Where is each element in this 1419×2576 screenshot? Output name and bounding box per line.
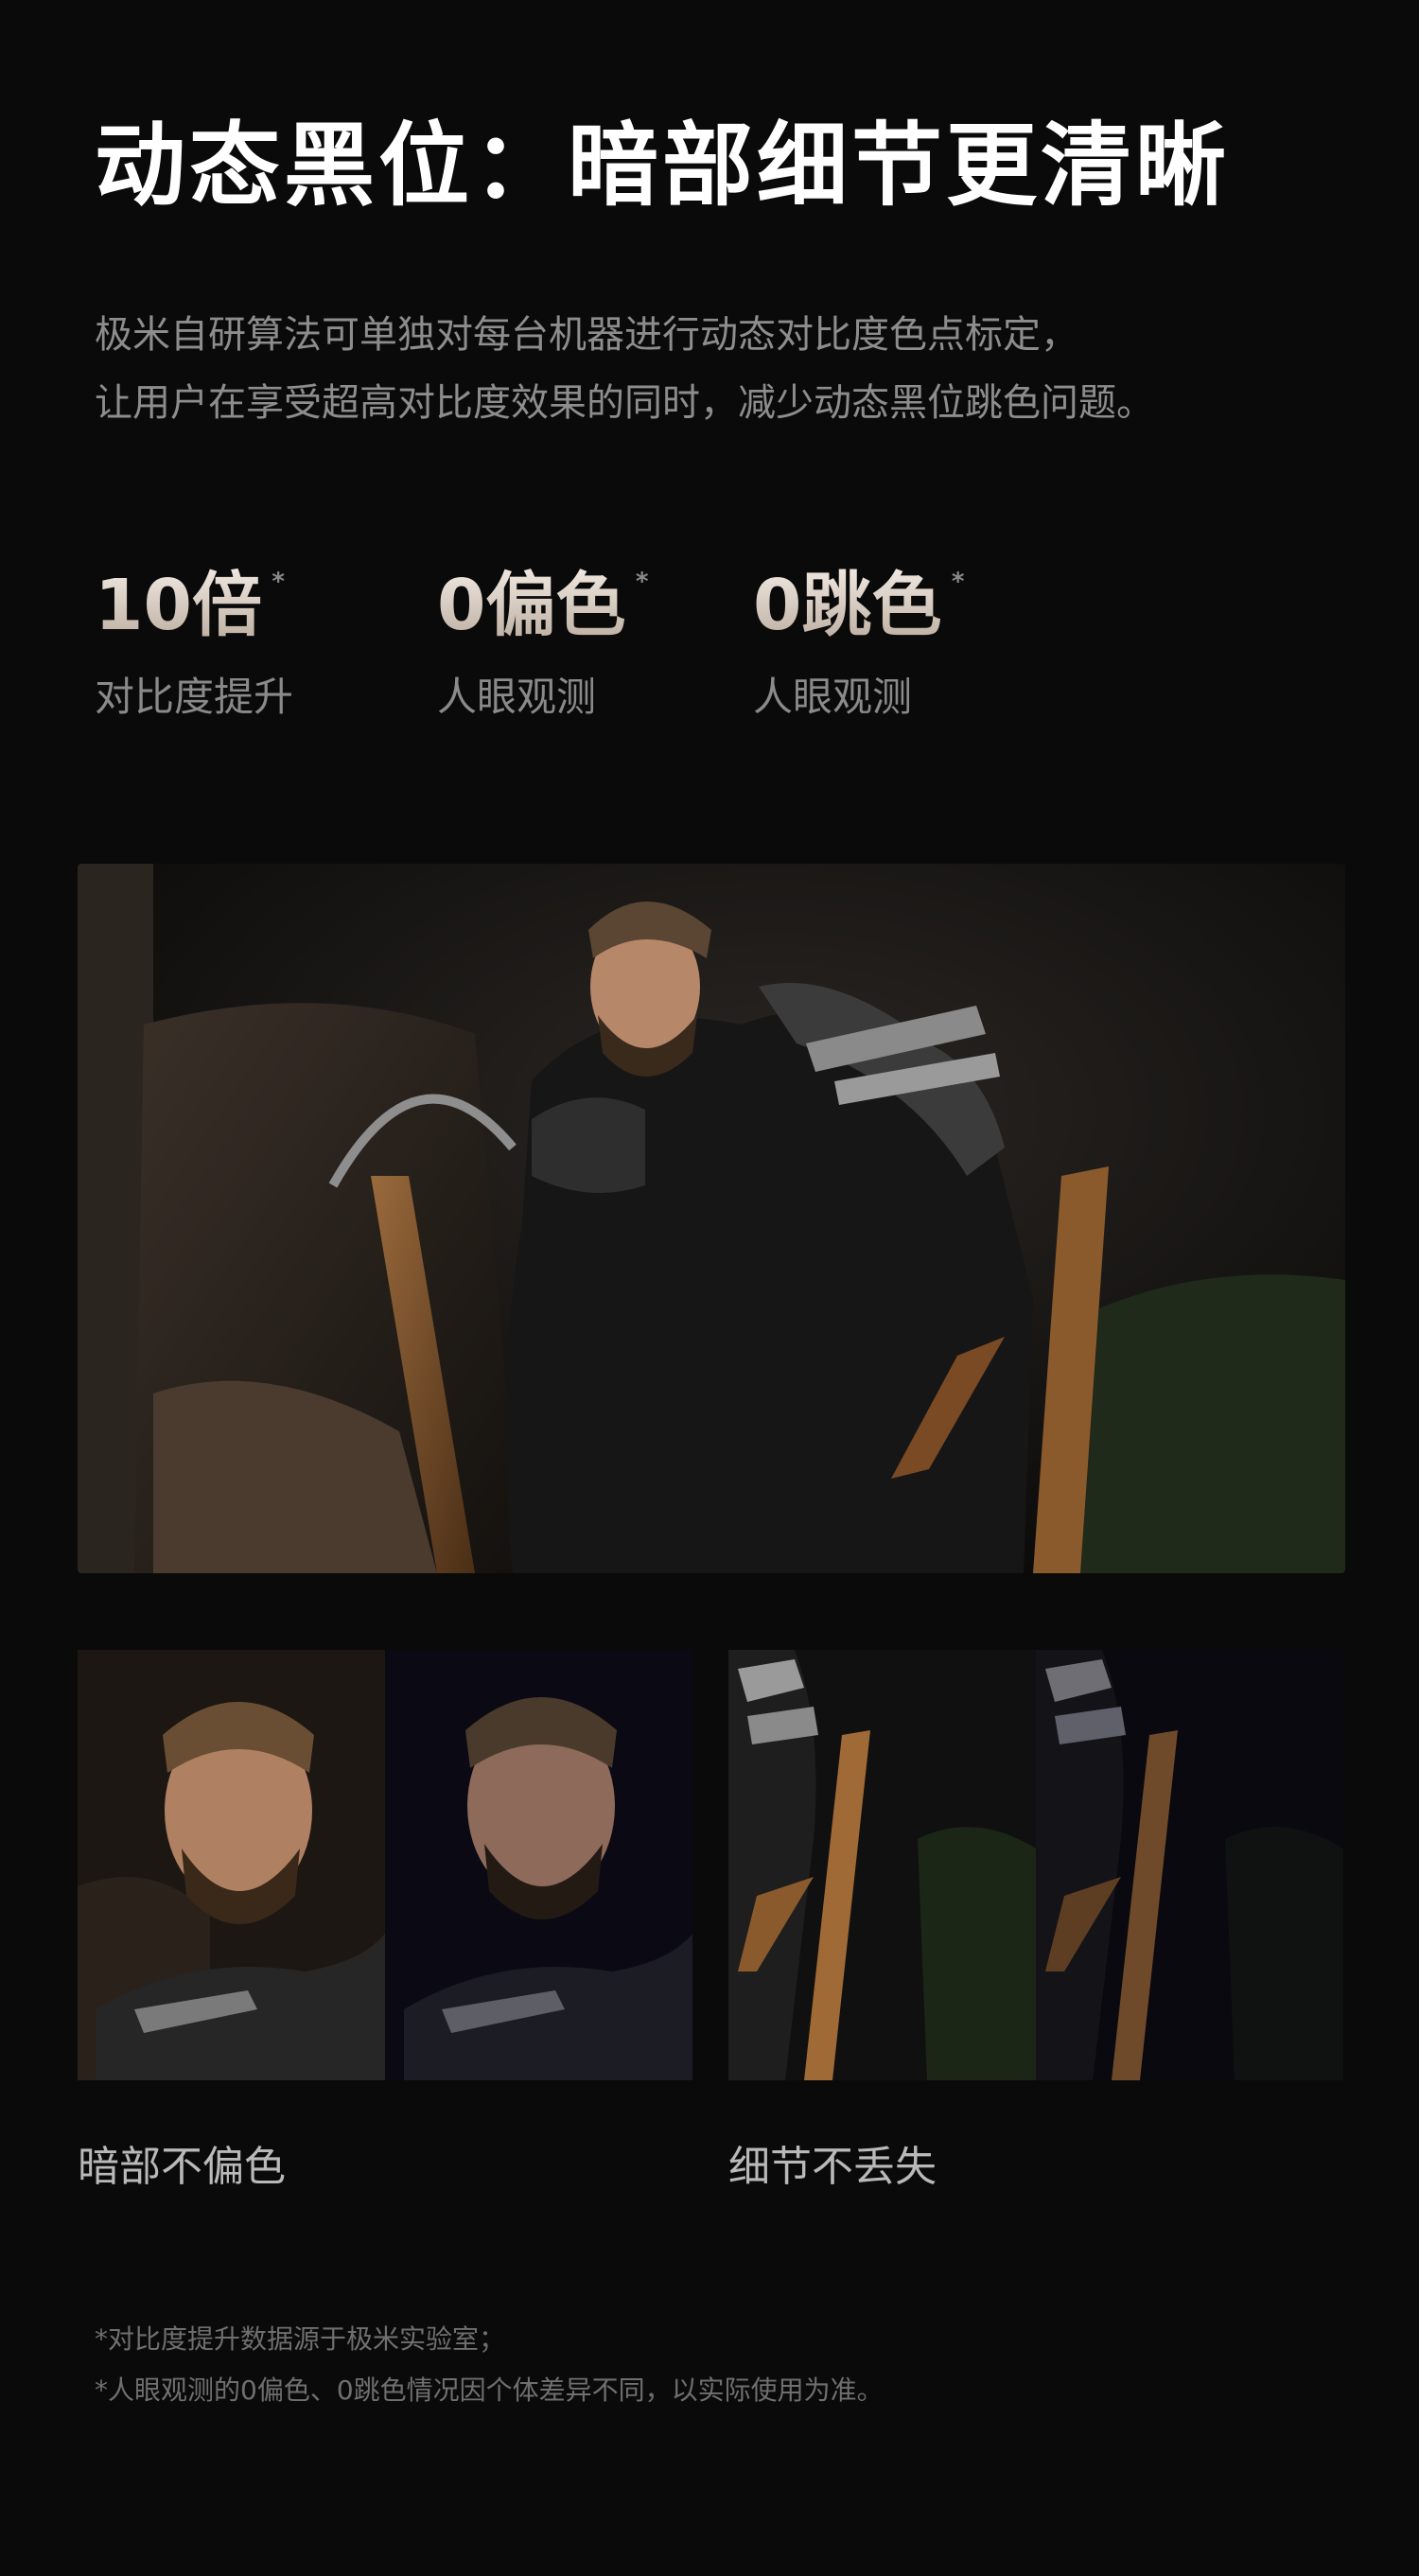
description-line: 极米自研算法可单独对每台机器进行动态对比度色点标定，: [95, 313, 1078, 357]
description-line: 让用户在享受超高对比度效果的同时，减少动态黑位跳色问题。: [95, 381, 1154, 425]
footnotes: *对比度提升数据源于极米实验室； *人眼观测的0偏色、0跳色情况因个体差异不同，…: [95, 2314, 884, 2416]
caption-right: 细节不丢失: [728, 2143, 937, 2191]
stat-value: 0偏色 *: [437, 565, 649, 646]
hero-image: [78, 864, 1345, 1573]
footnote-mark: *: [951, 568, 965, 596]
stat-label: 人眼观测: [753, 673, 913, 720]
stat-value: 0跳色 *: [753, 565, 965, 646]
stat-value: 10倍 *: [95, 565, 285, 646]
stat-contrast: 10倍 * 对比度提升: [95, 564, 293, 723]
comparison-before: [728, 1650, 1036, 2080]
comparison-after: [385, 1650, 692, 2080]
comparison-after: [1036, 1650, 1343, 2080]
caption-left: 暗部不偏色: [78, 2143, 286, 2191]
comparison-before: [78, 1650, 385, 2080]
footnote: *人眼观测的0偏色、0跳色情况因个体差异不同，以实际使用为准。: [95, 2374, 884, 2406]
stat-label: 对比度提升: [95, 673, 294, 720]
stat-label: 人眼观测: [437, 673, 597, 720]
footnote-mark: *: [272, 568, 285, 596]
footnote: *对比度提升数据源于极米实验室；: [95, 2323, 506, 2355]
stat-no-color-jump: 0跳色 * 人眼观测: [753, 564, 965, 723]
description: 极米自研算法可单独对每台机器进行动态对比度色点标定， 让用户在享受超高对比度效果…: [95, 301, 1381, 437]
page-title: 动态黑位：暗部细节更清晰: [95, 113, 1230, 219]
comparison-image-dark-color: [78, 1650, 692, 2080]
footnote-mark: *: [635, 568, 649, 596]
stat-no-color-shift: 0偏色 * 人眼观测: [437, 564, 649, 723]
comparison-image-detail: [728, 1650, 1343, 2080]
